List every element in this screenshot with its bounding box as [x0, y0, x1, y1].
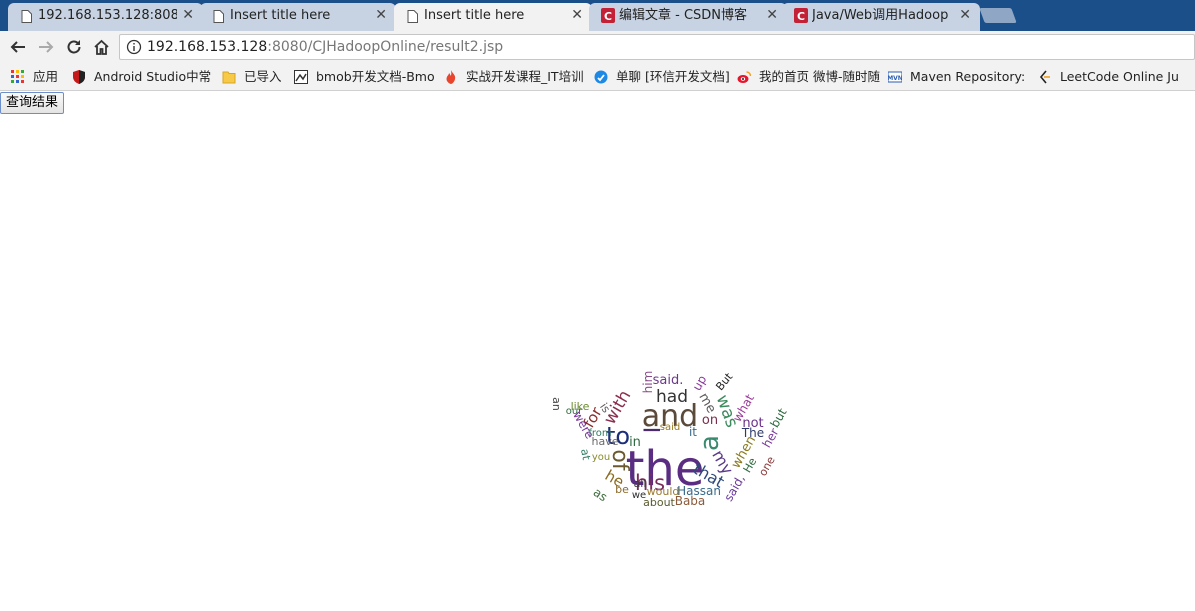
tab-title: 192.168.153.128:8080/	[38, 8, 177, 23]
tab-title: Insert title here	[424, 8, 525, 23]
bookmark-label: 已导入	[244, 69, 282, 84]
forward-button[interactable]	[35, 36, 57, 58]
tab-4[interactable]: C 编辑文章 - CSDN博客 ✕	[589, 3, 787, 31]
svg-text:MVN: MVN	[888, 75, 902, 82]
maven-icon: MVN	[888, 71, 902, 83]
word-cloud: theandatoofhisIhad waswithhemythatinforsa…	[550, 370, 790, 509]
weibo-icon	[737, 71, 751, 83]
address-bar[interactable]: 192.168.153.128:8080/CJHadoopOnline/resu…	[119, 34, 1195, 60]
word-cloud-word: you	[592, 452, 610, 463]
bookmark-label: 应用	[33, 69, 59, 84]
reload-button[interactable]	[63, 36, 85, 58]
word-cloud-word: our	[566, 406, 583, 417]
info-icon[interactable]	[126, 39, 142, 55]
home-button[interactable]	[90, 36, 112, 58]
word-cloud-word: But	[713, 370, 736, 393]
word-cloud-word: had	[656, 387, 688, 407]
page-icon	[20, 9, 32, 23]
word-cloud-word: as	[591, 485, 610, 504]
apps-icon	[11, 70, 24, 83]
close-icon[interactable]: ✕	[375, 3, 387, 28]
toolbar: 192.168.153.128:8080/CJHadoopOnline/resu…	[0, 31, 1195, 63]
tab-5[interactable]: C Java/Web调用Hadoop ✕	[782, 3, 980, 31]
page-icon	[212, 9, 224, 23]
forward-arrow-icon	[39, 41, 54, 53]
bmob-icon	[294, 70, 308, 84]
bookmark-label: 单聊 [环信开发文档]	[616, 69, 730, 84]
tab-title: Insert title here	[230, 8, 331, 23]
page-icon	[406, 9, 418, 23]
word-cloud-word: said.	[653, 373, 684, 388]
tab-strip: 192.168.153.128:8080/ ✕ Insert title her…	[0, 0, 1195, 32]
close-icon[interactable]: ✕	[571, 3, 583, 28]
back-button[interactable]	[7, 36, 29, 58]
csdn-icon: C	[794, 8, 808, 23]
url-path: :8080/CJHadoopOnline/result2.jsp	[267, 39, 504, 55]
easemob-icon	[594, 70, 608, 84]
word-cloud-word: we	[632, 490, 646, 501]
url-host: 192.168.153.128	[147, 39, 268, 55]
word-cloud-word: at	[578, 448, 593, 462]
svg-text:C: C	[604, 10, 612, 23]
word-cloud-word: it	[689, 425, 697, 439]
bookmark-it-training[interactable]: 实战开发课程_IT培训	[444, 68, 600, 86]
bookmark-label: Maven Repository:	[910, 69, 1026, 84]
word-cloud-word: but	[767, 406, 789, 431]
word-cloud-word: up	[690, 373, 710, 393]
word-cloud-word: in	[629, 435, 641, 450]
folder-icon	[222, 71, 236, 84]
word-cloud-word: from	[588, 428, 611, 439]
bookmark-label: 实战开发课程_IT培训	[466, 69, 584, 84]
new-tab-button[interactable]	[979, 8, 1017, 23]
csdn-icon: C	[601, 8, 615, 23]
bookmark-imported[interactable]: 已导入	[222, 68, 304, 86]
tab-3[interactable]: Insert title here ✕	[394, 3, 592, 32]
word-cloud-word: be	[615, 483, 629, 496]
query-results-button[interactable]: 查询结果	[0, 92, 65, 114]
bookmark-leetcode[interactable]: LeetCode Online Ju	[1038, 68, 1195, 86]
shield-icon	[73, 70, 85, 84]
bookmark-label: Android Studio中常	[94, 69, 212, 84]
bookmark-label: 我的首页 微博-随时随	[759, 69, 880, 84]
word-cloud-word: all	[634, 477, 647, 490]
word-cloud-word: on	[702, 413, 718, 428]
back-arrow-icon	[10, 41, 25, 53]
reload-icon	[67, 40, 81, 54]
bookmark-maven[interactable]: MVN Maven Repository:	[888, 68, 1044, 86]
leetcode-icon	[1039, 70, 1050, 84]
tab-2[interactable]: Insert title here ✕	[200, 3, 396, 31]
close-icon[interactable]: ✕	[959, 3, 971, 28]
bookmark-label: LeetCode Online Ju	[1060, 69, 1179, 84]
tab-1[interactable]: 192.168.153.128:8080/ ✕	[8, 3, 203, 31]
bookmark-weibo[interactable]: 我的首页 微博-随时随	[737, 68, 895, 86]
tab-title: Java/Web调用Hadoop	[812, 8, 949, 23]
word-cloud-word: about	[643, 496, 675, 509]
word-cloud-word: him	[641, 371, 655, 394]
bookmark-android-studio[interactable]: Android Studio中常	[72, 68, 226, 86]
url-text[interactable]: 192.168.153.128:8080/CJHadoopOnline/resu…	[147, 38, 503, 56]
bookmark-bmob[interactable]: bmob开发文档-Bmo	[294, 68, 452, 86]
svg-text:C: C	[797, 10, 805, 23]
bookmarks-bar: 应用 Android Studio中常 已导入 bmob开发文档-Bmo 实战开…	[0, 63, 1195, 91]
tab-title: 编辑文章 - CSDN博客	[619, 8, 748, 23]
word-cloud-word: one	[756, 454, 778, 478]
bookmark-label: bmob开发文档-Bmo	[316, 69, 435, 84]
bookmark-easemob[interactable]: 单聊 [环信开发文档]	[594, 68, 746, 86]
close-icon[interactable]: ✕	[182, 3, 194, 28]
word-cloud-word: an	[550, 397, 563, 411]
home-icon	[93, 39, 109, 55]
flame-icon	[446, 70, 456, 84]
word-cloud-word: said	[660, 422, 680, 433]
close-icon[interactable]: ✕	[766, 3, 778, 28]
